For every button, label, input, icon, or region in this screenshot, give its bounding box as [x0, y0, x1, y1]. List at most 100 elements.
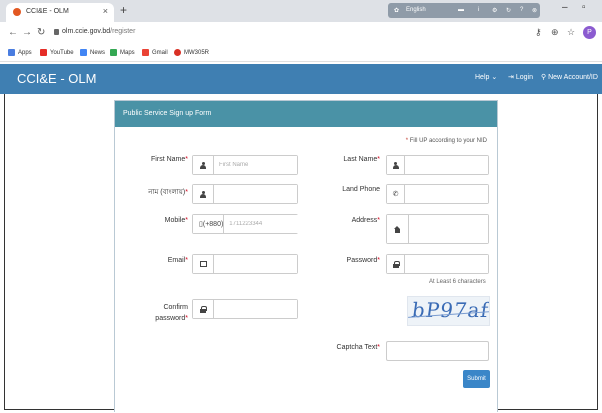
land-phone-group: ✆ — [386, 184, 489, 204]
help-label: Help — [475, 74, 490, 81]
required-mark: * — [185, 189, 188, 196]
bookmark-label: Apps — [18, 49, 32, 56]
extension-settings-icon[interactable]: ⚙ — [492, 7, 497, 14]
email-group — [192, 254, 298, 274]
required-mark: * — [377, 257, 380, 264]
label-text: Mobile — [164, 217, 186, 224]
bookmark-star-icon[interactable]: ☆ — [567, 27, 575, 38]
address-input[interactable] — [409, 215, 488, 243]
help-menu[interactable]: Help ⌄ — [475, 73, 497, 81]
youtube-icon — [40, 49, 47, 56]
captcha-label: Captcha Text* — [322, 344, 380, 351]
bangla-name-input[interactable] — [214, 185, 297, 203]
browser-address-row: ← → ↻ olm.ccie.gov.bd/register ⚷ ⊕ ☆ P — [0, 22, 602, 44]
extension-logo-icon[interactable]: ✿ — [394, 7, 399, 14]
user-icon: ⚲ — [541, 74, 547, 81]
news-icon — [80, 49, 87, 56]
panel-heading: Public Service Sign up Form — [115, 101, 497, 127]
label-text: Password — [346, 257, 378, 264]
bookmark-label: Maps — [120, 49, 135, 56]
label-text: Last Name — [343, 156, 378, 163]
address-label: Address* — [330, 217, 380, 224]
password-input[interactable] — [405, 255, 488, 273]
label-text: নাম (বাংলায়) — [148, 189, 186, 196]
apps-grid-icon — [8, 49, 15, 56]
address-bar[interactable]: olm.ccie.gov.bd/register — [62, 28, 135, 35]
bookmark-label: MW305R — [184, 49, 210, 56]
new-account-label: New Account/ID — [548, 74, 598, 81]
label-text: Confirm — [163, 304, 188, 311]
captcha-input[interactable] — [386, 341, 489, 361]
required-mark: * — [185, 315, 188, 322]
last-name-input[interactable] — [405, 156, 488, 174]
confirm-password-input[interactable] — [214, 300, 297, 318]
extension-toolbar: ✿ English ▬ i ⚙ ↻ ? ⊗ — [388, 3, 540, 18]
extension-language[interactable]: English — [406, 7, 426, 13]
password-label: Password* — [330, 257, 380, 264]
frame-border-right — [597, 94, 598, 409]
label-text: password — [155, 315, 186, 322]
reload-icon[interactable]: ↻ — [37, 27, 45, 38]
login-link[interactable]: ⇥ Login — [508, 73, 533, 81]
bookmarks-bar: Apps YouTube News Maps Gmail MW305R — [0, 44, 602, 62]
label-text: Email — [167, 257, 186, 264]
required-mark: * — [185, 217, 188, 224]
submit-button[interactable]: Submit — [463, 370, 490, 388]
mobile-prefix: ▯ (+880) — [193, 215, 225, 233]
extension-info-icon[interactable]: i — [478, 7, 479, 13]
bookmark-label: Gmail — [152, 49, 168, 56]
bookmark-youtube[interactable]: YouTube — [40, 49, 74, 56]
maps-icon — [110, 49, 117, 56]
url-host: olm.ccie.gov.bd — [62, 28, 111, 35]
phone-icon: ✆ — [387, 185, 405, 203]
first-name-input[interactable] — [214, 156, 297, 174]
last-name-group — [386, 155, 489, 175]
required-mark: * — [185, 156, 188, 163]
email-input[interactable] — [214, 255, 297, 273]
password-group — [386, 254, 489, 274]
gmail-icon — [142, 49, 149, 56]
password-hint: At Least 6 characters — [429, 279, 486, 285]
bookmark-label: News — [90, 49, 106, 56]
restore-window-icon[interactable]: ▫ — [582, 2, 586, 13]
label-text: First Name — [151, 156, 186, 163]
mobile-group: ▯ (+880) — [192, 214, 308, 234]
mobile-label: Mobile* — [138, 217, 188, 224]
bookmark-news[interactable]: News — [80, 49, 105, 56]
bookmark-apps[interactable]: Apps — [8, 49, 32, 56]
extension-close-icon[interactable]: ⊗ — [532, 7, 537, 14]
browser-tabstrip: CCI&E - OLM × + ✿ English ▬ i ⚙ ↻ ? ⊗ – … — [0, 0, 602, 22]
bookmark-maps[interactable]: Maps — [110, 49, 135, 56]
extension-refresh-icon[interactable]: ↻ — [506, 7, 511, 14]
zoom-icon[interactable]: ⊕ — [551, 27, 559, 38]
lock-icon — [387, 255, 405, 273]
profile-avatar[interactable]: P — [583, 26, 596, 39]
required-mark: * — [377, 344, 380, 351]
minimize-window-icon[interactable]: – — [562, 2, 568, 13]
bookmark-gmail[interactable]: Gmail — [142, 49, 168, 56]
nid-note-text: Fill UP according to your NID — [409, 138, 487, 144]
home-icon — [387, 215, 409, 243]
site-favicon-icon — [13, 8, 21, 16]
tab-title: CCI&E - OLM — [26, 8, 69, 15]
back-arrow-icon[interactable]: ← — [8, 27, 18, 38]
required-mark: * — [377, 156, 380, 163]
extension-keyboard-icon[interactable]: ▬ — [458, 7, 464, 13]
forward-arrow-icon[interactable]: → — [22, 27, 32, 38]
lock-icon[interactable] — [54, 29, 59, 35]
site-brand[interactable]: CCI&E - OLM — [17, 71, 96, 86]
key-icon[interactable]: ⚷ — [535, 27, 542, 38]
browser-tab[interactable]: CCI&E - OLM × — [6, 3, 114, 22]
email-label: Email* — [138, 257, 188, 264]
new-tab-icon[interactable]: + — [120, 3, 127, 17]
mobile-input[interactable] — [224, 215, 308, 233]
first-name-group — [192, 155, 298, 175]
close-tab-icon[interactable]: × — [103, 6, 108, 16]
nid-note: * Fill UP according to your NID — [406, 138, 487, 144]
frame-border-left — [4, 94, 5, 409]
new-account-link[interactable]: ⚲ New Account/ID — [541, 73, 598, 81]
extension-help-icon[interactable]: ? — [520, 7, 523, 13]
land-phone-input[interactable] — [405, 185, 488, 203]
person-icon — [193, 156, 214, 174]
bookmark-mw305r[interactable]: MW305R — [174, 49, 209, 56]
